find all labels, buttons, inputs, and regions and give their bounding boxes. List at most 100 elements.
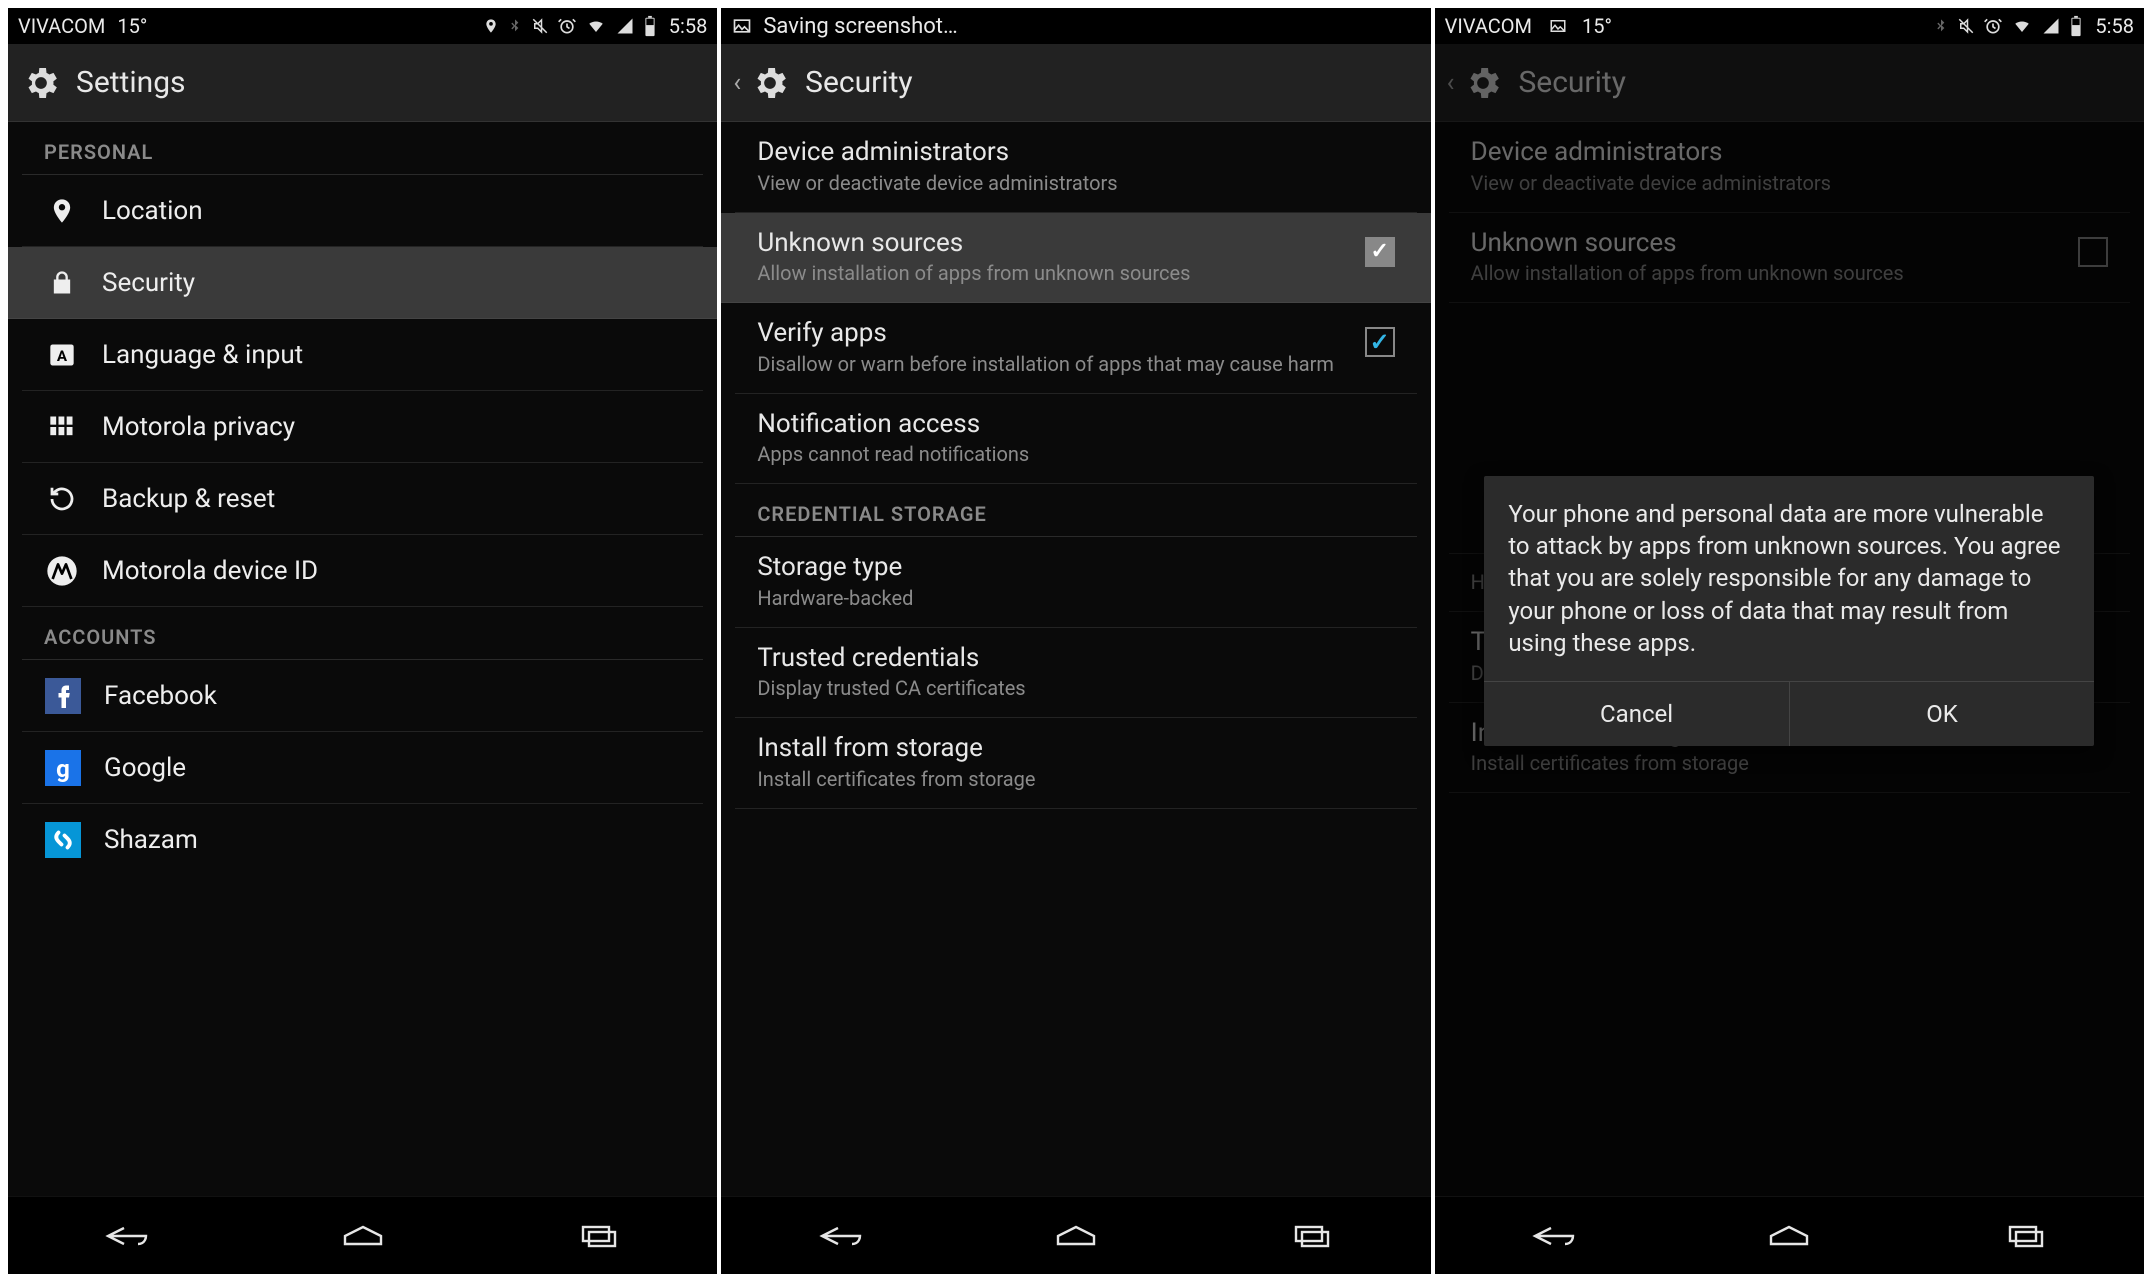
nav-back-button[interactable] (800, 1211, 880, 1261)
svg-text:g: g (56, 755, 70, 783)
temperature-label: 15° (1582, 14, 1612, 38)
clock-label: 5:58 (2095, 14, 2134, 38)
settings-item-motorola-privacy[interactable]: Motorola privacy (22, 391, 703, 463)
settings-item-label: Location (102, 196, 203, 226)
pref-subtitle: View or deactivate device administrators (757, 171, 1394, 196)
moto-m-icon (44, 553, 80, 589)
nav-recents-button[interactable] (1272, 1211, 1352, 1261)
svg-text:A: A (57, 346, 68, 364)
section-header-accounts: ACCOUNTS (22, 607, 703, 660)
pref-title: Device administrators (1471, 136, 2108, 169)
pref-trusted-credentials[interactable]: Trusted credentials Display trusted CA c… (735, 628, 1416, 719)
pref-install-from-storage[interactable]: Install from storage Install certificate… (735, 718, 1416, 809)
settings-gear-icon[interactable] (1462, 62, 1504, 104)
pref-storage-type[interactable]: Storage type Hardware-backed (735, 537, 1416, 628)
phone-3-dialog: VIVACOM 15° 5:58 (1435, 8, 2144, 1274)
pref-subtitle: Install certificates from storage (757, 767, 1394, 792)
pref-title: Notification access (757, 408, 1394, 441)
pref-unknown-sources: Unknown sources Allow installation of ap… (1449, 213, 2130, 304)
nav-back-button[interactable] (86, 1211, 166, 1261)
bluetooth-icon (507, 15, 523, 37)
clock-label: 5:58 (669, 14, 708, 38)
alarm-icon (557, 16, 577, 36)
dialog-ok-button[interactable]: OK (1789, 682, 2095, 746)
settings-item-label: Facebook (104, 681, 217, 711)
carrier-label: VIVACOM (1445, 14, 1532, 38)
phone-1-settings: VIVACOM 15° 5:58 (8, 8, 717, 1274)
pref-subtitle: Disallow or warn before installation of … (757, 352, 1344, 377)
nav-back-button[interactable] (1513, 1211, 1593, 1261)
lock-icon (44, 265, 80, 301)
pref-subtitle: Apps cannot read notifications (757, 442, 1394, 467)
settings-item-language-input[interactable]: A Language & input (22, 319, 703, 391)
settings-item-google[interactable]: g Google (22, 732, 703, 804)
pref-notification-access[interactable]: Notification access Apps cannot read not… (735, 394, 1416, 485)
settings-item-label: Shazam (104, 825, 198, 855)
carrier-label: VIVACOM (18, 14, 105, 38)
settings-gear-icon[interactable] (749, 62, 791, 104)
pref-subtitle: View or deactivate device administrators (1471, 171, 2108, 196)
app-bar-title: Settings (76, 65, 186, 100)
navigation-bar (1435, 1196, 2144, 1274)
pref-title: Install from storage (757, 732, 1394, 765)
section-header-personal: PERSONAL (22, 122, 703, 175)
chevron-left-icon[interactable]: ‹ (733, 68, 741, 98)
keyboard-a-icon: A (44, 337, 80, 373)
checkbox-verify-apps[interactable] (1365, 327, 1395, 357)
settings-item-motorola-device-id[interactable]: Motorola device ID (22, 535, 703, 607)
navigation-bar (721, 1196, 1430, 1274)
pref-title: Unknown sources (1471, 227, 2058, 260)
nav-home-button[interactable] (1036, 1211, 1116, 1261)
pref-device-administrators: Device administrators View or deactivate… (1449, 122, 2130, 213)
status-bar: Saving screenshot… (721, 8, 1430, 44)
status-bar: VIVACOM 15° 5:58 (8, 8, 717, 44)
google-icon: g (44, 749, 82, 787)
pref-title: Device administrators (757, 136, 1394, 169)
screenshot-save-icon (731, 16, 753, 36)
section-header-credential-storage: CREDENTIAL STORAGE (735, 484, 1416, 537)
settings-item-label: Motorola privacy (102, 412, 295, 442)
screenshot-save-icon (1548, 17, 1568, 35)
location-pin-icon (44, 193, 80, 229)
unknown-sources-warning-dialog: Your phone and personal data are more vu… (1484, 476, 2094, 747)
nav-home-button[interactable] (323, 1211, 403, 1261)
settings-item-facebook[interactable]: Facebook (22, 660, 703, 732)
navigation-bar (8, 1196, 717, 1274)
pref-subtitle: Allow installation of apps from unknown … (757, 261, 1344, 286)
settings-item-label: Language & input (102, 340, 303, 370)
phone-2-security: Saving screenshot… ‹ Security Device adm… (721, 8, 1430, 1274)
app-bar: Settings (8, 44, 717, 122)
chevron-left-icon[interactable]: ‹ (1447, 68, 1455, 98)
settings-item-label: Security (102, 268, 195, 298)
pref-subtitle: Allow installation of apps from unknown … (1471, 261, 2058, 286)
security-list[interactable]: Device administrators View or deactivate… (721, 122, 1430, 1196)
checkbox-unknown-sources[interactable] (1365, 237, 1395, 267)
facebook-icon (44, 677, 82, 715)
settings-item-security[interactable]: Security (8, 247, 717, 319)
app-bar-title: Security (805, 65, 912, 100)
battery-icon (643, 15, 657, 37)
location-icon (483, 15, 499, 37)
nav-home-button[interactable] (1749, 1211, 1829, 1261)
pref-title: Storage type (757, 551, 1394, 584)
pref-verify-apps[interactable]: Verify apps Disallow or warn before inst… (735, 303, 1416, 394)
bluetooth-icon (1933, 15, 1949, 37)
settings-item-backup-reset[interactable]: Backup & reset (22, 463, 703, 535)
pref-unknown-sources[interactable]: Unknown sources Allow installation of ap… (721, 213, 1430, 304)
app-bar-title: Security (1518, 65, 1625, 100)
battery-icon (2069, 15, 2083, 37)
nav-recents-button[interactable] (559, 1211, 639, 1261)
settings-item-label: Backup & reset (102, 484, 275, 514)
mute-icon (531, 16, 549, 36)
pref-device-administrators[interactable]: Device administrators View or deactivate… (735, 122, 1416, 213)
temperature-label: 15° (117, 14, 147, 38)
dialog-cancel-button[interactable]: Cancel (1484, 682, 1789, 746)
checkbox-unknown-sources (2078, 237, 2108, 267)
settings-item-shazam[interactable]: Shazam (22, 804, 703, 876)
app-bar: ‹ Security (721, 44, 1430, 122)
wifi-icon (585, 17, 607, 35)
wifi-icon (2011, 17, 2033, 35)
nav-recents-button[interactable] (1986, 1211, 2066, 1261)
settings-item-location[interactable]: Location (22, 175, 703, 247)
settings-list[interactable]: PERSONAL Location Security A Language & … (8, 122, 717, 1196)
